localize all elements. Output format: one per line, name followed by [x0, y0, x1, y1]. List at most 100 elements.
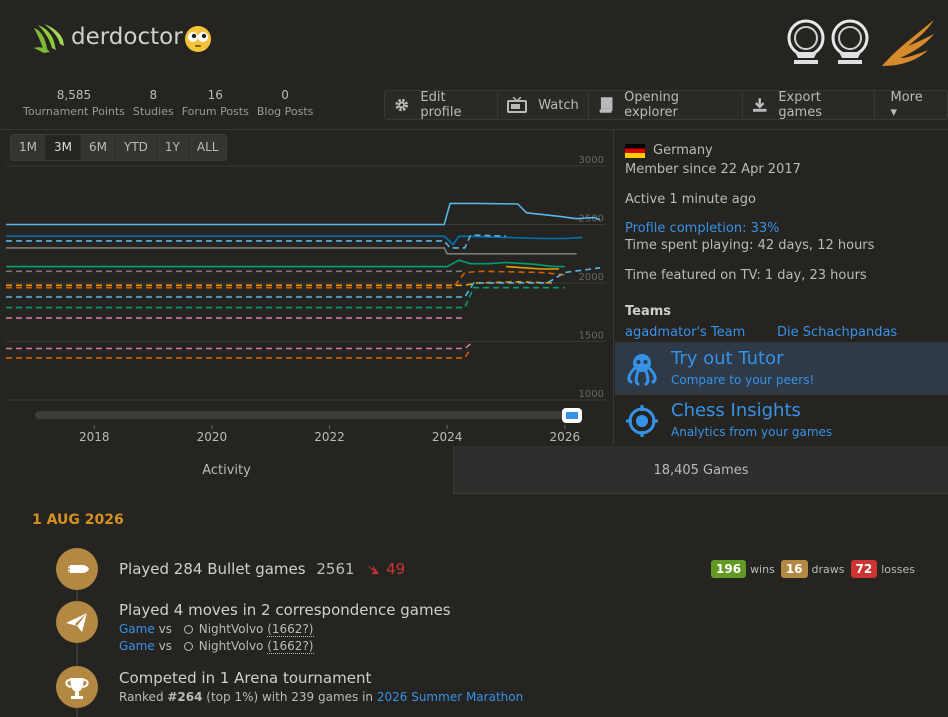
- activity-date: 1 AUG 2026: [32, 512, 124, 528]
- profile-tabs: Activity 18,405 Games: [0, 446, 948, 494]
- arena-summary: Ranked #264 (top 1%) with 239 games in 2…: [119, 690, 523, 704]
- y-tick-label: 1500: [579, 331, 604, 342]
- teams-heading: Teams: [625, 304, 672, 319]
- range-3m-button[interactable]: 3M: [46, 135, 81, 160]
- chart-navigator-track: [35, 411, 575, 419]
- rating-series-line: [6, 259, 565, 268]
- range-6m-button[interactable]: 6M: [81, 135, 116, 160]
- more-label: More ▾: [890, 90, 923, 120]
- last-active: Active 1 minute ago: [625, 192, 756, 207]
- flair-emoji-icon: [185, 26, 211, 52]
- germany-flag-icon: [625, 143, 645, 158]
- wins-badge: 196: [711, 560, 747, 578]
- octopus-icon: [627, 354, 657, 386]
- member-since: Member since 22 Apr 2017: [625, 162, 801, 177]
- vs-label: vs: [158, 639, 172, 653]
- opening-explorer-label: Opening explorer: [624, 90, 679, 120]
- stat-label: Studies: [132, 105, 174, 118]
- tv-icon: [507, 97, 528, 113]
- bullet-rating: 2561: [316, 560, 355, 578]
- tutor-promo[interactable]: Try out Tutor Compare to your peers!: [615, 342, 948, 394]
- stat-value: 8,585: [56, 88, 92, 102]
- opponent-name[interactable]: NightVolvo: [199, 639, 264, 653]
- insights-title: Chess Insights: [671, 400, 801, 421]
- losses-badge: 72: [850, 560, 878, 578]
- stat-forum-posts[interactable]: 16 Forum Posts: [182, 88, 249, 118]
- golden-wings-icon[interactable]: [878, 14, 938, 70]
- edit-profile-button[interactable]: Edit profile: [385, 90, 499, 120]
- watch-button[interactable]: Watch: [498, 91, 589, 119]
- opponent-rating: (1662?): [267, 622, 314, 637]
- x-tick-label: 2018: [79, 430, 110, 444]
- ranked-prefix: Ranked: [119, 690, 168, 704]
- tab-games[interactable]: 18,405 Games: [454, 446, 948, 494]
- stat-studies[interactable]: 8 Studies: [133, 88, 174, 118]
- stat-label: Forum Posts: [181, 105, 249, 118]
- rating-series-line: [6, 348, 472, 359]
- range-1m-button[interactable]: 1M: [11, 135, 46, 160]
- export-games-label: Export games: [778, 90, 822, 120]
- correspondence-game-row: Game vs NightVolvo (1662?): [119, 639, 314, 654]
- x-tick-label: 2020: [197, 430, 228, 444]
- range-all-button[interactable]: ALL: [188, 135, 227, 160]
- export-games-button[interactable]: Export games: [743, 90, 876, 120]
- more-dropdown-button[interactable]: More ▾: [875, 90, 947, 120]
- stat-value: 16: [207, 88, 223, 102]
- opponent-rating: (1662?): [267, 639, 314, 654]
- bullet-title: Played 284 Bullet games: [119, 560, 306, 578]
- rating-series-line: [6, 202, 601, 226]
- opponent-status-icon: [183, 642, 193, 651]
- tutor-subtitle: Compare to your peers!: [671, 373, 815, 387]
- opponent-name[interactable]: NightVolvo: [199, 622, 264, 636]
- stat-blog-posts[interactable]: 0 Blog Posts: [257, 88, 314, 118]
- stat-label: Blog Posts: [256, 105, 314, 118]
- bullet-icon: [56, 548, 98, 590]
- chart-navigator-selection: [566, 412, 578, 419]
- insights-subtitle: Analytics from your games: [671, 425, 833, 439]
- game-link[interactable]: Game: [119, 622, 155, 636]
- rating-chart-svg: 300025002000150010002018 2020 2022 2024 2026: [6, 155, 606, 444]
- wins-label: wins: [750, 562, 775, 576]
- target-icon: [626, 405, 658, 437]
- range-ytd-button[interactable]: YTD: [116, 135, 157, 160]
- profile-actions: Edit profile Watch Opening explorer Expo…: [384, 90, 948, 120]
- team-link[interactable]: agadmator's Team: [625, 325, 745, 340]
- insights-promo[interactable]: Chess Insights Analytics from your games: [615, 394, 948, 446]
- gear-icon: [395, 98, 408, 112]
- team-link[interactable]: Die Schachpandas: [777, 325, 897, 340]
- x-tick-label: 2024: [432, 430, 463, 444]
- y-tick-label: 1000: [579, 389, 604, 400]
- edit-profile-label: Edit profile: [420, 90, 462, 120]
- tutor-title: Try out Tutor: [671, 348, 784, 369]
- rating-history-chart: 3000 2500 2000 1500 1000 2018 2020 2022 2024 2026…: [0, 130, 614, 445]
- stat-value: 0: [281, 88, 289, 102]
- vs-label: vs: [158, 622, 172, 636]
- profile-side-info: Germany Member since 22 Apr 2017 Active …: [615, 130, 948, 446]
- opening-explorer-button[interactable]: Opening explorer: [589, 90, 743, 120]
- patron-wing-icon[interactable]: [30, 22, 66, 56]
- trophy-globe-icon[interactable]: [784, 14, 828, 70]
- range-1y-button[interactable]: 1Y: [156, 135, 189, 160]
- country-name: Germany: [653, 143, 713, 158]
- tournament-link[interactable]: 2026 Summer Marathon: [377, 690, 523, 704]
- download-icon: [752, 98, 767, 112]
- game-link[interactable]: Game: [119, 639, 155, 653]
- rating-series-line: [6, 247, 577, 255]
- rating-series-line: [6, 343, 472, 350]
- stat-label: Tournament Points: [23, 105, 125, 118]
- rating-down-arrow-icon: [366, 564, 380, 574]
- stat-tournament-points[interactable]: 8,585 Tournament Points: [23, 88, 125, 118]
- x-tick-label: 2026: [550, 430, 581, 444]
- rating-series-line: [6, 235, 583, 246]
- y-tick-label: 2000: [579, 272, 604, 283]
- x-tick-label: 2022: [314, 430, 345, 444]
- profile-stats: 8,585 Tournament Points 8 Studies 16 For…: [23, 88, 321, 118]
- username: derdoctor: [71, 24, 183, 50]
- draws-label: draws: [811, 562, 845, 576]
- trophy-globe-icon[interactable]: [828, 14, 872, 70]
- arena-title: Competed in 1 Arena tournament: [119, 669, 372, 687]
- profile-completion-link[interactable]: Profile completion: 33%: [625, 221, 780, 236]
- tab-activity[interactable]: Activity: [0, 446, 454, 494]
- time-playing: Time spent playing: 42 days, 12 hours: [625, 238, 875, 253]
- country: Germany: [625, 143, 713, 158]
